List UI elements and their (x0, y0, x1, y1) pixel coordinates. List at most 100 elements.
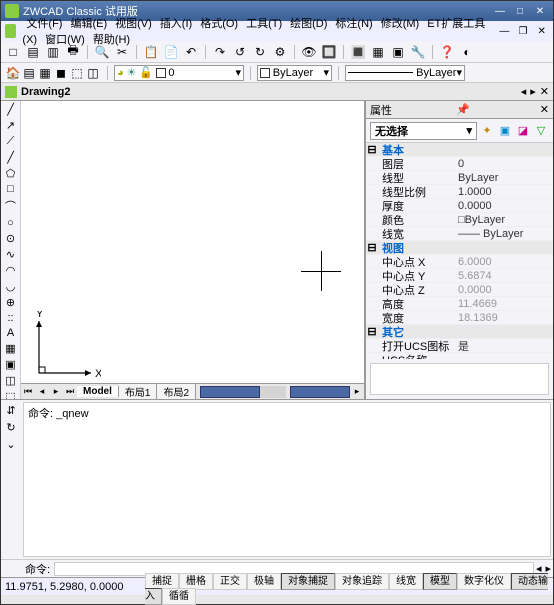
draw-tool-button[interactable]: ╱ (3, 151, 19, 164)
hscroll-thumb2[interactable] (290, 386, 350, 398)
tab-model[interactable]: Model (77, 386, 119, 397)
layer-tool-button[interactable]: ◫ (85, 65, 101, 81)
draw-tool-button[interactable]: ↗ (3, 119, 19, 132)
menu-item[interactable]: 视图(V) (111, 16, 156, 32)
hscroll-right[interactable]: ▸ (350, 386, 364, 397)
status-toggle[interactable]: 对象捕捉 (281, 573, 335, 590)
panel-close[interactable]: ✕ (540, 103, 549, 116)
minimize-button[interactable]: — (491, 4, 509, 18)
status-toggle[interactable]: 对象追踪 (335, 573, 389, 590)
draw-tool-button[interactable]: ∿ (3, 248, 19, 261)
quick-select-icon[interactable]: ✦ (479, 123, 495, 139)
draw-tool-button[interactable]: □ (3, 183, 19, 195)
toolbar-button[interactable]: ⚙ (272, 44, 288, 60)
tab-last[interactable]: ⏭ (63, 386, 77, 397)
toolbar-button[interactable]: ▦ (370, 44, 386, 60)
menu-item[interactable]: 修改(M) (377, 16, 424, 32)
menu-item[interactable]: 插入(I) (156, 16, 196, 32)
maximize-button[interactable]: □ (511, 4, 529, 18)
tab-layout1[interactable]: 布局1 (119, 384, 158, 399)
draw-tool-button[interactable]: :: (3, 312, 19, 324)
draw-tool-button[interactable]: ⟋ (3, 135, 19, 148)
properties-selection-combo[interactable]: 无选择▾ (370, 122, 477, 140)
toolbar-button[interactable]: ▣ (390, 44, 406, 60)
menu-item[interactable]: 标注(N) (331, 16, 376, 32)
drawing-tab-label[interactable]: Drawing2 (21, 86, 71, 98)
hscroll-track[interactable] (260, 386, 286, 398)
status-toggle[interactable]: 栅格 (179, 573, 213, 590)
tab-nav-left[interactable]: ◂ (521, 85, 527, 98)
draw-tool-button[interactable]: ▦ (3, 342, 19, 355)
toolbar-button[interactable]: ↶ (183, 44, 199, 60)
select-objects-icon[interactable]: ▣ (497, 123, 513, 139)
mdi-restore[interactable]: ❐ (516, 24, 531, 38)
hscroll-thumb[interactable] (200, 386, 260, 398)
drawing-canvas[interactable]: X Y ⏮ ◂ ▸ ⏭ Model 布局1 布局2 ▸ (21, 101, 365, 399)
status-toggle[interactable]: 模型 (423, 573, 457, 590)
tab-first[interactable]: ⏮ (21, 386, 35, 397)
props-row[interactable]: UCS名称 (366, 353, 553, 359)
toolbar-button[interactable]: ▥ (45, 44, 61, 60)
draw-tool-button[interactable]: ⬠ (3, 167, 19, 180)
toolbar-button[interactable]: ◐ (459, 44, 475, 60)
color-combo[interactable]: ByLayer▾ (257, 65, 332, 81)
toolbar-button[interactable]: □ (5, 44, 21, 60)
layer-tool-button[interactable]: ⬚ (69, 65, 85, 81)
tab-prev[interactable]: ◂ (35, 386, 49, 397)
draw-tool-button[interactable]: ◡ (3, 280, 19, 293)
tab-close-x[interactable]: ✕ (540, 85, 549, 98)
toolbar-button[interactable]: ↻ (252, 44, 268, 60)
toolbar-button[interactable]: 🖶 (65, 44, 81, 60)
pickadd-icon[interactable]: ◪ (515, 123, 531, 139)
layer-combo[interactable]: ◕ ☀ 🔓 0 ▾ (114, 65, 244, 81)
menu-item[interactable]: 文件(F) (22, 16, 66, 32)
toolbar-button[interactable]: 👁 (301, 44, 317, 60)
draw-tool-button[interactable]: ⊕ (3, 296, 19, 309)
menu-item[interactable]: 编辑(E) (66, 16, 111, 32)
draw-tool-button[interactable]: ◫ (3, 374, 19, 387)
cmd-nav-icon[interactable]: ⇵ (6, 404, 15, 417)
status-toggle[interactable]: 数字化仪 (457, 573, 511, 590)
draw-tool-button[interactable]: A (3, 327, 19, 339)
mdi-close[interactable]: ✕ (534, 24, 549, 38)
menu-item[interactable]: 绘图(D) (286, 16, 331, 32)
layer-tool-button[interactable]: ◼ (53, 65, 69, 81)
toolbar-button[interactable]: 📄 (163, 44, 179, 60)
status-toggle[interactable]: 捕捉 (145, 573, 179, 590)
draw-tool-button[interactable]: ▣ (3, 358, 19, 371)
toolbar-button[interactable]: 🔳 (350, 44, 366, 60)
filter-icon[interactable]: ▽ (533, 123, 549, 139)
tab-next[interactable]: ▸ (49, 386, 63, 397)
cmd-recent-icon[interactable]: ↻ (6, 421, 15, 434)
toolbar-button[interactable]: 🔍 (94, 44, 110, 60)
draw-tool-button[interactable]: ○ (3, 217, 19, 229)
cmd-expand-icon[interactable]: ⌄ (6, 438, 15, 451)
draw-tool-button[interactable]: ◠ (3, 264, 19, 277)
mdi-minimize[interactable]: — (497, 24, 512, 38)
close-button[interactable]: ✕ (531, 4, 549, 18)
draw-tool-button[interactable]: ⊙ (3, 232, 19, 245)
status-toggle[interactable]: 正交 (213, 573, 247, 590)
linetype-combo[interactable]: ByLayer▾ (345, 65, 465, 81)
menu-item[interactable]: 工具(T) (242, 16, 286, 32)
status-toggle[interactable]: 循循 (162, 588, 196, 605)
draw-tool-button[interactable]: ⌒ (3, 198, 19, 214)
layer-tool-button[interactable]: ▦ (37, 65, 53, 81)
layer-tool-button[interactable]: 🏠 (5, 65, 21, 81)
status-toggle[interactable]: 线宽 (389, 573, 423, 590)
toolbar-button[interactable]: 🔲 (321, 44, 337, 60)
toolbar-button[interactable]: ❓ (439, 44, 455, 60)
toolbar-button[interactable]: 🔧 (410, 44, 426, 60)
status-toggle[interactable]: 极轴 (247, 573, 281, 590)
toolbar-button[interactable]: ▤ (25, 44, 41, 60)
tab-nav-right[interactable]: ▸ (530, 85, 536, 98)
toolbar-button[interactable]: ↺ (232, 44, 248, 60)
tab-layout2[interactable]: 布局2 (157, 384, 196, 399)
menu-item[interactable]: 格式(O) (196, 16, 242, 32)
draw-tool-button[interactable]: ╱ (3, 103, 19, 116)
toolbar-button[interactable]: 📋 (143, 44, 159, 60)
toolbar-button[interactable]: ↷ (212, 44, 228, 60)
panel-pin-icon[interactable]: 📌 (456, 103, 470, 116)
layer-tool-button[interactable]: ▤ (21, 65, 37, 81)
toolbar-button[interactable]: ✂ (114, 44, 130, 60)
